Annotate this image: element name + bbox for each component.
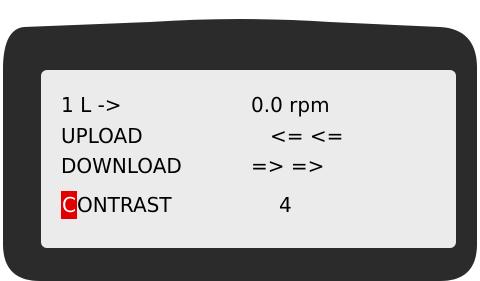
menu-row-download-label: DOWNLOAD [61, 154, 182, 178]
menu-row-contrast[interactable]: CONTRAST 4 [61, 191, 292, 219]
menu-row-upload-value: <= <= [270, 124, 344, 148]
menu-row-speed-label: 1 L -> [61, 93, 122, 117]
selection-cursor: C [61, 191, 77, 219]
menu-row-contrast-value: 4 [279, 193, 292, 217]
menu-row-download-value: => => [251, 154, 325, 178]
menu-row-speed-value: 0.0 rpm [251, 93, 330, 117]
menu-row-upload[interactable]: UPLOAD <= <= [61, 122, 343, 150]
menu-row-speed[interactable]: 1 L -> 0.0 rpm [61, 91, 330, 119]
menu-row-contrast-label-rest: ONTRAST [76, 193, 172, 217]
menu-row-download[interactable]: DOWNLOAD => => [61, 152, 324, 180]
control-panel: 1 L -> 0.0 rpm UPLOAD <= <= DOWNLOAD => … [0, 0, 480, 281]
menu-row-upload-label: UPLOAD [61, 124, 143, 148]
menu-row-contrast-label: CONTRAST [61, 191, 172, 219]
